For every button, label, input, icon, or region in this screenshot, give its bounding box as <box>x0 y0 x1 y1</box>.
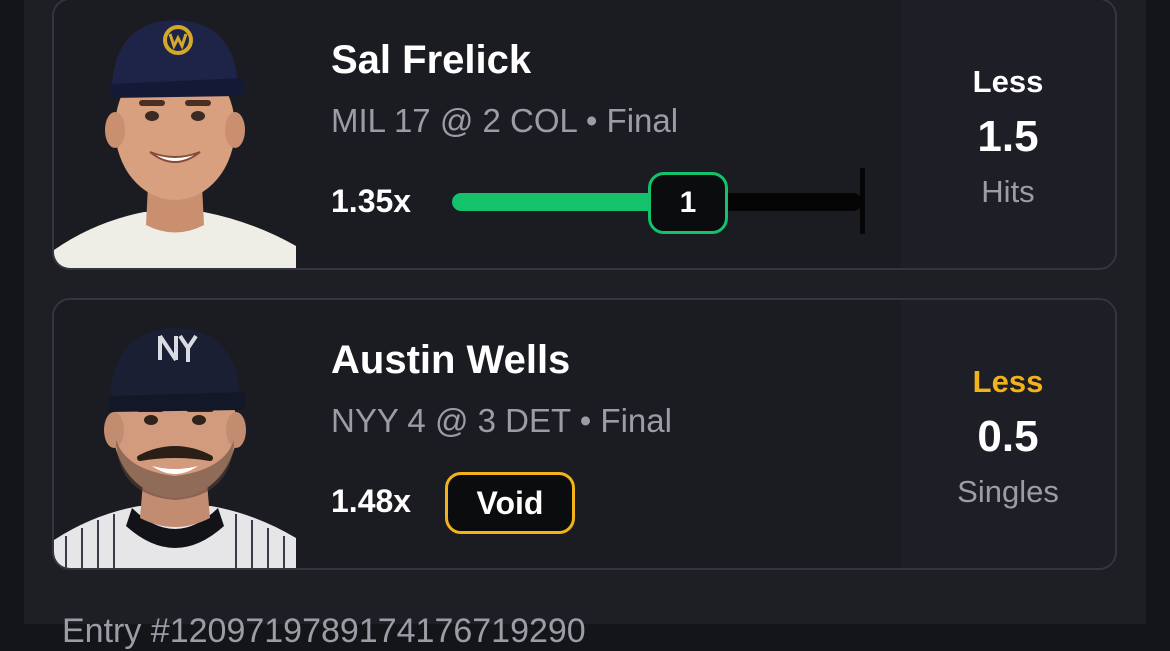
payout-multiplier: 1.48x <box>331 483 412 519</box>
game-info: MIL 17 @ 2 COL • Final <box>331 102 679 139</box>
player-name: Sal Frelick <box>331 38 532 82</box>
player-headshot <box>54 0 296 268</box>
pick-card-austin-wells[interactable]: Austin Wells NYY 4 @ 3 DET • Final 1.48x… <box>52 298 1117 570</box>
stat-type: Singles <box>957 474 1059 509</box>
projection-line: 1.5 <box>977 112 1039 161</box>
pick-card-sal-frelick[interactable]: Sal Frelick MIL 17 @ 2 COL • Final 1.35x… <box>52 0 1117 270</box>
player-name: Austin Wells <box>331 338 571 382</box>
result-value-badge: 1 <box>648 172 728 234</box>
line-marker <box>860 168 865 234</box>
projection-column: Less 0.5 Singles <box>901 300 1115 568</box>
pick-direction: Less <box>972 64 1044 99</box>
void-status-badge: Void <box>445 472 575 534</box>
projection-column: Less 1.5 Hits <box>901 0 1115 268</box>
entry-id: Entry #1209719789174176719290 <box>62 612 586 650</box>
game-info: NYY 4 @ 3 DET • Final <box>331 402 672 439</box>
projection-line: 0.5 <box>977 412 1039 461</box>
pick-direction: Less <box>972 364 1044 399</box>
stat-type: Hits <box>981 174 1035 209</box>
payout-multiplier: 1.35x <box>331 183 412 219</box>
player-headshot <box>54 300 296 568</box>
